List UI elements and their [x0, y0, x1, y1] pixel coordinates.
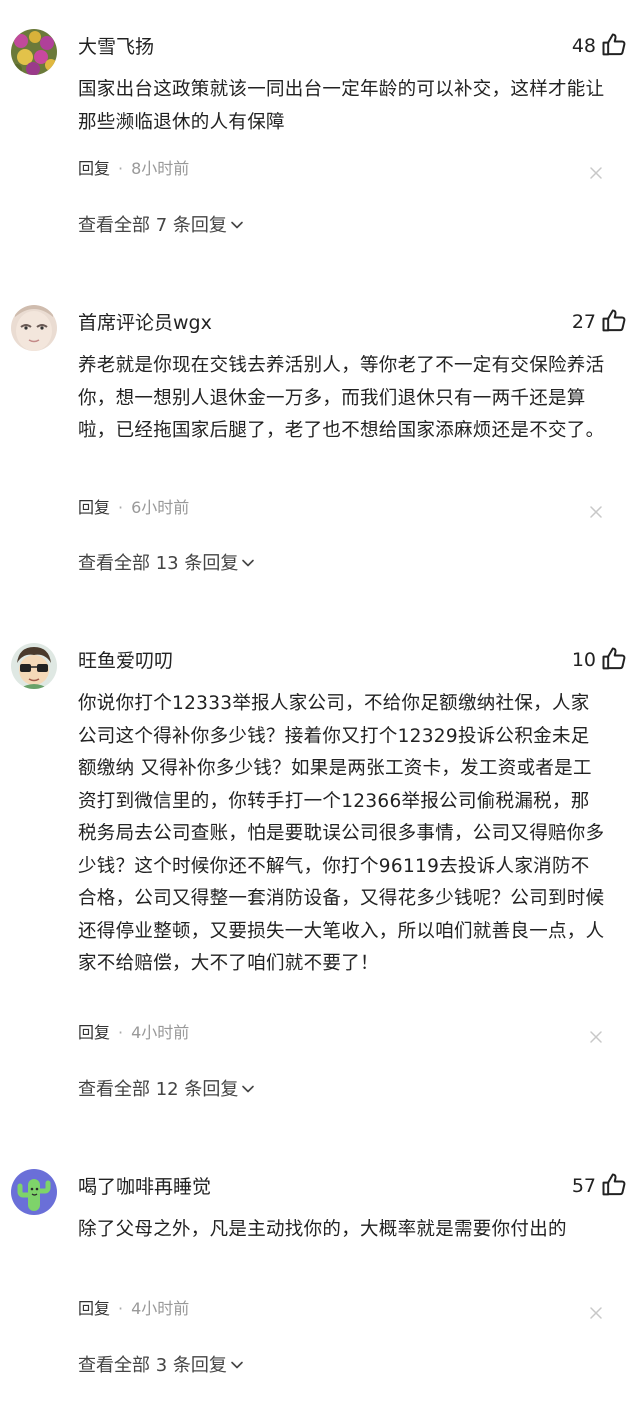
username[interactable]: 喝了咖啡再睡觉 — [78, 1174, 211, 1200]
reply-button[interactable]: 回复 — [78, 1299, 110, 1318]
username[interactable]: 首席评论员wgx — [78, 310, 212, 336]
comment-meta: 回复 · 6小时前 — [78, 497, 189, 519]
comment-text: 国家出台这政策就该一同出台一定年龄的可以补交，这样才能让那些濒临退休的人有保障 — [78, 79, 605, 133]
close-icon[interactable] — [589, 1306, 603, 1320]
timestamp: 4小时前 — [131, 1299, 190, 1318]
chevron-down-icon — [241, 1082, 255, 1096]
flowers-avatar-icon[interactable] — [11, 29, 57, 75]
close-icon[interactable] — [589, 1030, 603, 1044]
like-count: 27 — [571, 311, 596, 333]
thumbs-up-icon[interactable] — [600, 31, 628, 59]
thumbs-up-icon[interactable] — [600, 307, 628, 335]
thumbs-up-icon[interactable] — [600, 645, 628, 673]
separator-dot: · — [118, 1299, 124, 1318]
timestamp: 4小时前 — [131, 1023, 190, 1042]
chevron-down-icon — [230, 1358, 244, 1372]
view-replies-label: 查看全部 13 条回复 — [78, 553, 239, 574]
like-count: 48 — [571, 35, 596, 57]
view-all-replies-button[interactable]: 查看全部 3 条回复 — [78, 1353, 244, 1379]
view-all-replies-button[interactable]: 查看全部 7 条回复 — [78, 213, 244, 239]
close-icon[interactable] — [589, 505, 603, 519]
face-avatar-icon[interactable] — [11, 305, 57, 351]
comment-meta: 回复 · 4小时前 — [78, 1022, 189, 1044]
cactus-avatar-icon[interactable] — [11, 1169, 57, 1215]
username[interactable]: 旺鱼爱叨叨 — [78, 648, 173, 674]
separator-dot: · — [118, 1023, 124, 1042]
close-icon[interactable] — [589, 166, 603, 180]
thumbs-up-icon[interactable] — [600, 1171, 628, 1199]
view-replies-label: 查看全部 7 条回复 — [78, 215, 227, 236]
comment-text: 你说你打个12333举报人家公司，不给你足额缴纳社保，人家公司这个得补你多少钱？… — [78, 693, 605, 974]
chevron-down-icon — [230, 218, 244, 232]
timestamp: 6小时前 — [131, 498, 190, 517]
separator-dot: · — [118, 159, 124, 178]
view-all-replies-button[interactable]: 查看全部 13 条回复 — [78, 551, 255, 577]
comment-meta: 回复 · 4小时前 — [78, 1298, 189, 1320]
reply-button[interactable]: 回复 — [78, 1023, 110, 1042]
cartoon-glasses-avatar-icon[interactable] — [11, 643, 57, 689]
view-replies-label: 查看全部 12 条回复 — [78, 1079, 239, 1100]
view-all-replies-button[interactable]: 查看全部 12 条回复 — [78, 1077, 255, 1103]
comment-meta: 回复 · 8小时前 — [78, 158, 189, 180]
chevron-down-icon — [241, 556, 255, 570]
username[interactable]: 大雪飞扬 — [78, 34, 154, 60]
timestamp: 8小时前 — [131, 159, 190, 178]
comment-text: 除了父母之外，凡是主动找你的，大概率就是需要你付出的 — [78, 1219, 567, 1240]
reply-button[interactable]: 回复 — [78, 498, 110, 517]
comment-text: 养老就是你现在交钱去养活别人，等你老了不一定有交保险养活你，想一想别人退休金一万… — [78, 355, 605, 441]
like-count: 10 — [571, 649, 596, 671]
separator-dot: · — [118, 498, 124, 517]
reply-button[interactable]: 回复 — [78, 159, 110, 178]
like-count: 57 — [571, 1175, 596, 1197]
view-replies-label: 查看全部 3 条回复 — [78, 1355, 227, 1376]
